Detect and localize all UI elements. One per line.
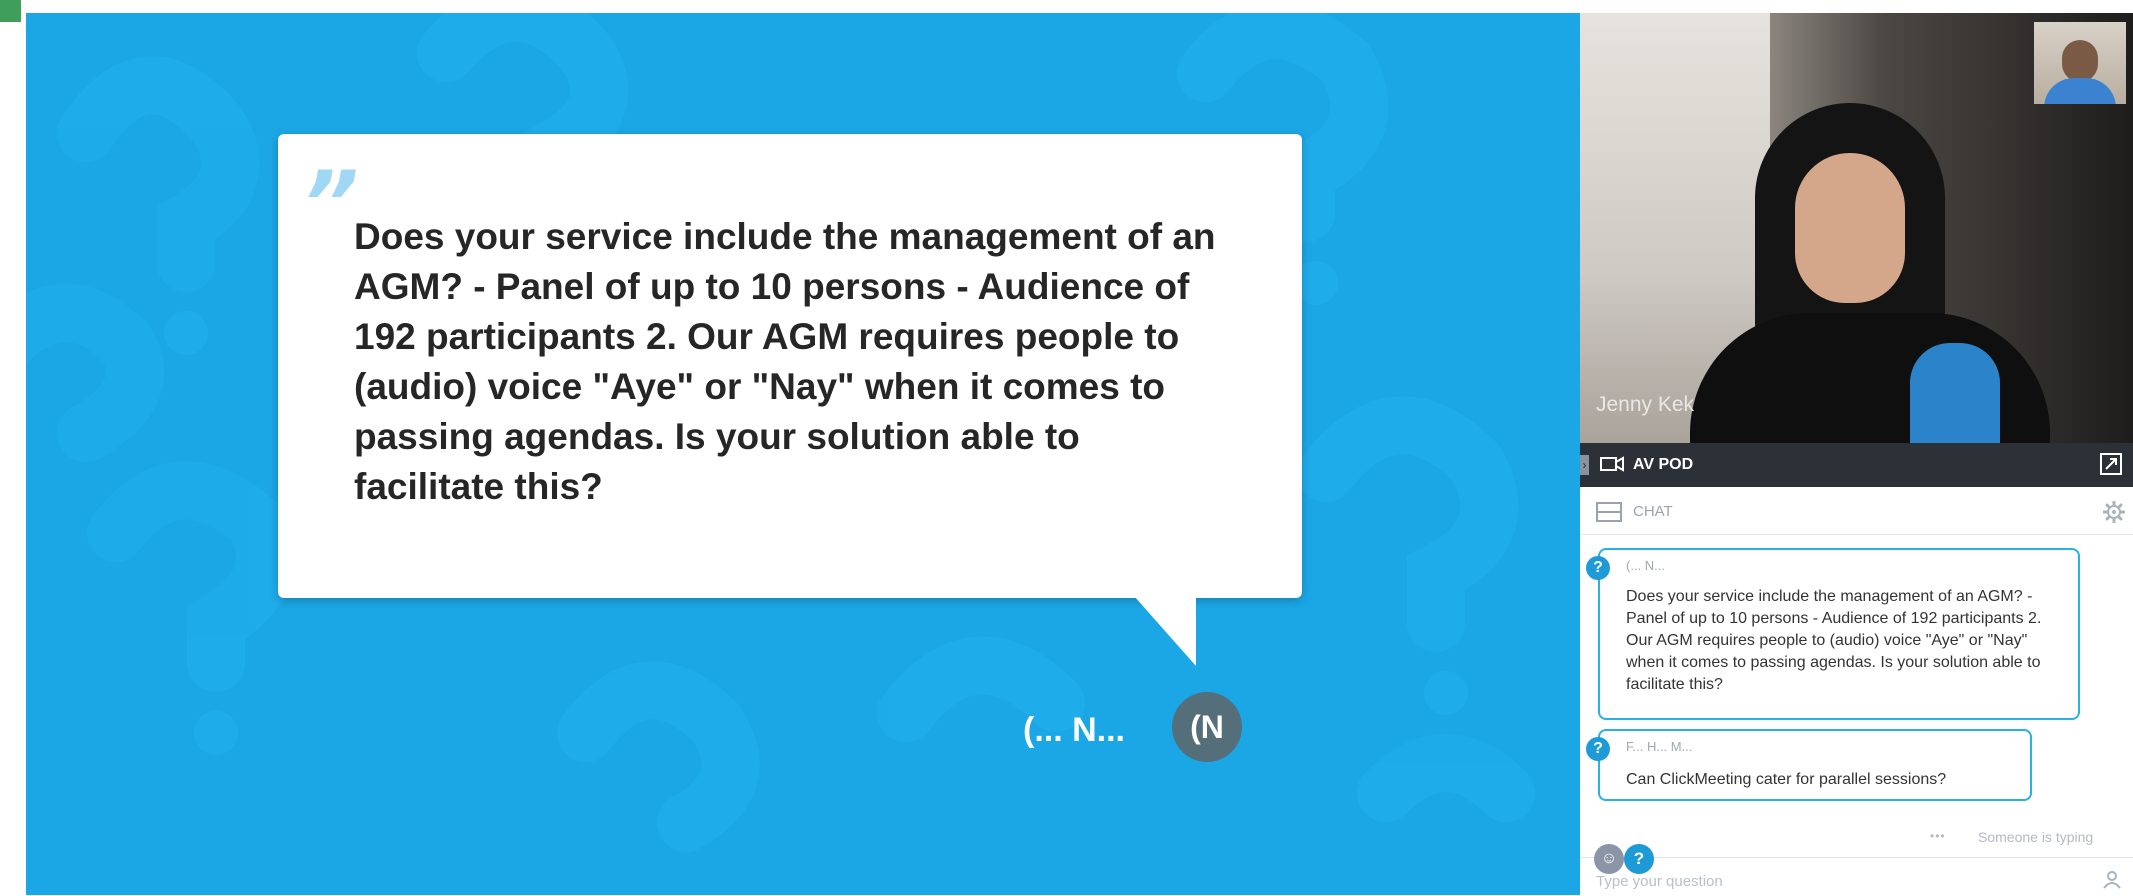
corner-tab bbox=[0, 0, 21, 22]
chat-input-row: ☺ ? bbox=[1580, 844, 2133, 896]
self-view-thumbnail[interactable] bbox=[2034, 22, 2126, 104]
typing-dots-icon: ••• bbox=[1930, 829, 1946, 843]
quote-icon: ” bbox=[302, 152, 359, 255]
av-pod-label: AV POD bbox=[1633, 456, 1694, 473]
av-pod-bar: › AV POD bbox=[1580, 443, 2133, 487]
chat-message[interactable]: ? F... H... M... Can ClickMeeting cater … bbox=[1586, 729, 2032, 801]
camera-icon bbox=[1600, 456, 1624, 472]
chat-label: CHAT bbox=[1633, 503, 1673, 520]
self-view-head bbox=[2062, 40, 2098, 82]
expand-icon[interactable] bbox=[2100, 453, 2122, 475]
bubble-tail bbox=[1134, 596, 1196, 666]
self-view-shirt bbox=[2044, 78, 2116, 104]
presenter-shirt bbox=[1910, 343, 2000, 443]
presenter-name: Jenny Kek bbox=[1596, 393, 1695, 416]
chat-icon bbox=[1596, 502, 1622, 522]
question-badge-icon: ? bbox=[1586, 556, 1610, 580]
collapse-toggle-icon[interactable]: › bbox=[1580, 455, 1589, 475]
chat-message[interactable]: ? (... N... Does your service include th… bbox=[1586, 548, 2080, 720]
attach-icon[interactable] bbox=[2102, 870, 2122, 890]
question-text: Does your service include the management… bbox=[354, 216, 1216, 507]
message-author: F... H... M... bbox=[1626, 739, 1693, 754]
asker-avatar: (N bbox=[1172, 692, 1242, 762]
message-text: Can ClickMeeting cater for parallel sess… bbox=[1626, 771, 1947, 788]
question-input[interactable] bbox=[1596, 870, 2076, 892]
asker-name: (... N... bbox=[1023, 711, 1125, 749]
presenter-face bbox=[1795, 153, 1905, 303]
chat-header: CHAT bbox=[1580, 488, 2133, 535]
typing-indicator: Someone is typing bbox=[1978, 829, 2094, 845]
gear-icon[interactable] bbox=[2103, 501, 2125, 523]
message-author: (... N... bbox=[1626, 558, 1665, 573]
message-text: Does your service include the management… bbox=[1626, 588, 2042, 693]
question-badge-icon: ? bbox=[1586, 737, 1610, 761]
